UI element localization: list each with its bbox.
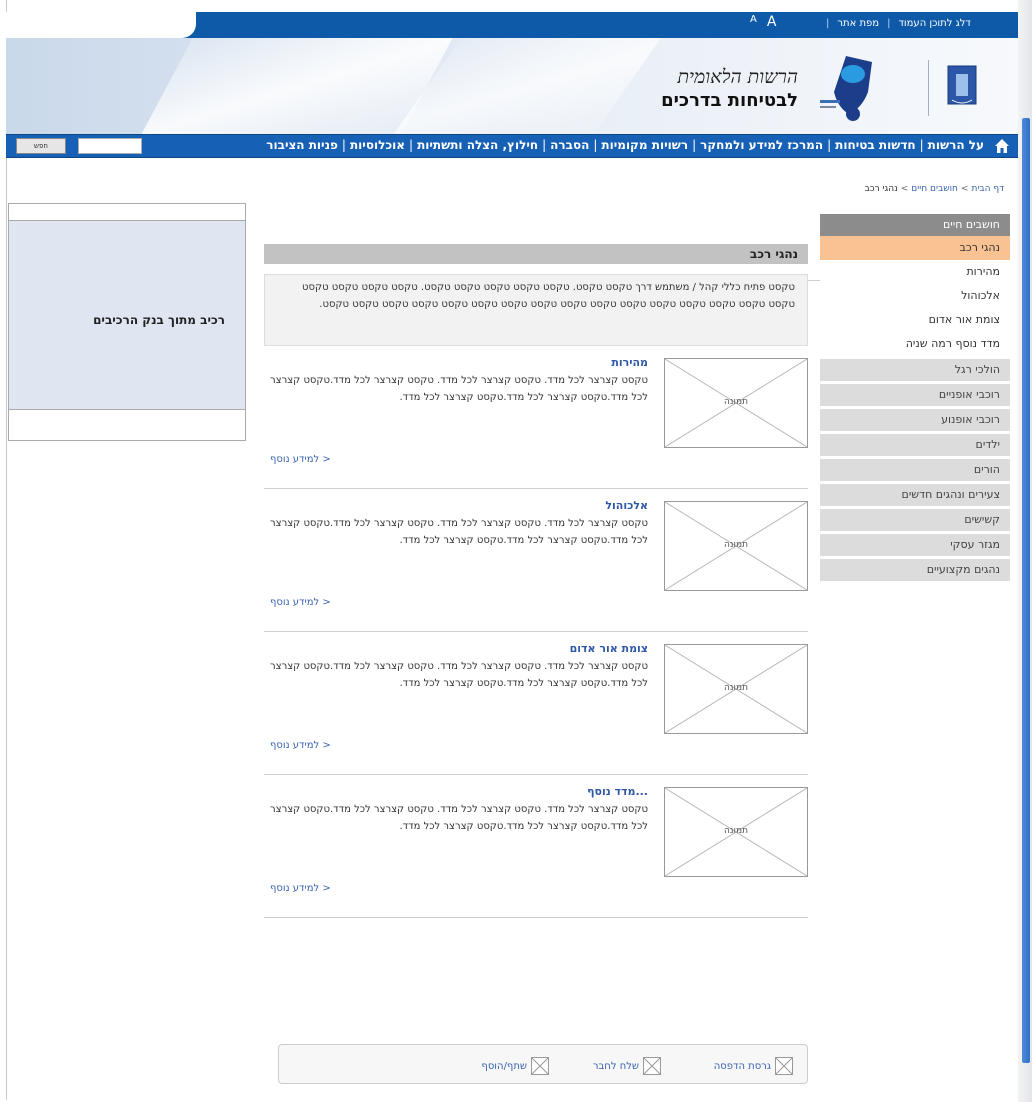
breadcrumb-current: נהגי רכב xyxy=(864,184,898,194)
state-emblem-icon xyxy=(942,60,982,112)
share-label: שתף/הוסף xyxy=(481,1060,527,1072)
sidebar-item-drivers[interactable]: נהגי רכב xyxy=(820,236,1010,260)
breadcrumb-home-link[interactable]: דף הבית xyxy=(971,184,1004,194)
item-description: טקסט קצרצר לכל מדד. טקסט קצרצר לכל מדד. … xyxy=(270,804,648,832)
sidebar-item-cyclists[interactable]: רוכבי אופניים xyxy=(820,384,1010,406)
breadcrumb-section-link[interactable]: חושבים חיים xyxy=(911,184,958,194)
share-icon xyxy=(531,1057,549,1075)
sidebar-item-pedestrians[interactable]: הולכי רגל xyxy=(820,359,1010,381)
list-item: תמונה צומת אור אדום טקסט קצרצר לכל מדד. … xyxy=(264,632,808,775)
font-size-controls: A A xyxy=(750,14,776,30)
thumbnail-image[interactable]: תמונה xyxy=(664,787,808,877)
sidebar-item-professional-drivers[interactable]: נהגים מקצועיים xyxy=(820,559,1010,581)
share-button[interactable]: שתף/הוסף xyxy=(481,1057,549,1075)
send-label: שלח לחבר xyxy=(592,1060,639,1072)
list-item: תמונה מהירות טקסט קצרצר לכל מדד. טקסט קצ… xyxy=(264,346,808,489)
thumbnail-caption: תמונה xyxy=(724,540,748,550)
sidebar-item-young-drivers[interactable]: צעירים ונהגים חדשים xyxy=(820,484,1010,506)
list-item: תמונה מדד נוסף... טקסט קצרצר לכל מדד. טק… xyxy=(264,775,808,918)
search-button[interactable]: חפש xyxy=(16,138,66,154)
search-input[interactable] xyxy=(78,138,142,154)
sidebar: חושבים חיים נהגי רכב מהירות אלכוהול צומת… xyxy=(820,214,1010,581)
left-banner-body: רכיב מתוך בנק הרכיבים xyxy=(9,220,245,410)
thumbnail-image[interactable]: תמונה xyxy=(664,358,808,448)
top-links: דלג לתוכן העמוד | מפת אתר | xyxy=(826,18,971,29)
main-navigation: חפש על הרשות | חדשות בטיחות | המרכז למידע … xyxy=(6,134,1018,281)
print-button[interactable]: גרסת הדפסה xyxy=(714,1057,793,1075)
header-banner: הרשות הלאומית לבטיחות בדרכים xyxy=(6,38,1018,134)
sidebar-heading[interactable]: חושבים חיים xyxy=(820,214,1010,236)
more-info-link[interactable]: למידע נוסף > xyxy=(270,597,331,608)
top-utility-bar: A A דלג לתוכן העמוד | מפת אתר | xyxy=(6,12,1018,38)
item-title-link[interactable]: אלכוהול xyxy=(605,499,648,512)
sidebar-item-business[interactable]: מגזר עסקי xyxy=(820,534,1010,556)
more-info-link[interactable]: למידע נוסף > xyxy=(270,454,331,465)
sidebar-subitem-alcohol[interactable]: אלכוהול xyxy=(820,284,1010,308)
item-description: טקסט קצרצר לכל מדד. טקסט קצרצר לכל מדד. … xyxy=(270,518,648,546)
sidebar-item-motorcyclists[interactable]: רוכבי אופנוע xyxy=(820,409,1010,431)
thumbnail-image[interactable]: תמונה xyxy=(664,644,808,734)
shield-logo-icon xyxy=(820,56,872,121)
printer-icon xyxy=(775,1057,793,1075)
envelope-icon xyxy=(643,1057,661,1075)
print-label: גרסת הדפסה xyxy=(713,1060,771,1072)
item-title-link[interactable]: צומת אור אדום xyxy=(570,642,648,655)
sidebar-subitem-speed[interactable]: מהירות xyxy=(820,260,1010,284)
page-tools-bar: גרסת הדפסה שלח לחבר שתף/הוסף xyxy=(278,1044,808,1084)
scrollbar-thumb[interactable] xyxy=(1022,118,1030,1063)
separator: | xyxy=(826,18,830,29)
sidebar-subitem-extra-metric[interactable]: מדד נוסף רמה שניה xyxy=(820,332,1010,356)
list-item: תמונה אלכוהול טקסט קצרצר לכל מדד. טקסט ק… xyxy=(264,489,808,632)
sidebar-item-children[interactable]: ילדים xyxy=(820,434,1010,456)
thumbnail-caption: תמונה xyxy=(724,683,748,693)
left-banner[interactable]: רכיב מתוך בנק הרכיבים xyxy=(8,203,246,441)
sidebar-item-elderly[interactable]: קשישים xyxy=(820,509,1010,531)
thumbnail-image[interactable]: תמונה xyxy=(664,501,808,591)
header-separator xyxy=(928,60,929,116)
intro-text: טקסט פתיח כללי קהל / משתמש דרך טקסט טקסט… xyxy=(264,274,808,346)
more-info-link[interactable]: למידע נוסף > xyxy=(270,740,331,751)
page-title: נהגי רכב xyxy=(264,244,808,264)
home-icon[interactable] xyxy=(992,136,1012,156)
top-bar-cutout xyxy=(6,12,196,38)
org-title-line1: הרשות הלאומית xyxy=(677,66,798,88)
campaign-logo[interactable] xyxy=(816,52,882,124)
left-banner-text: רכיב מתוך בנק הרכיבים xyxy=(93,313,225,327)
org-title-line2: לבטיחות בדרכים xyxy=(661,90,798,111)
breadcrumb-separator: > xyxy=(960,184,969,194)
font-large-button[interactable]: A xyxy=(767,14,777,30)
font-small-button[interactable]: A xyxy=(750,14,757,30)
more-info-link[interactable]: למידע נוסף > xyxy=(270,883,331,894)
sidebar-item-parents[interactable]: הורים xyxy=(820,459,1010,481)
breadcrumb-separator: > xyxy=(900,184,909,194)
item-description: טקסט קצרצר לכל מדד. טקסט קצרצר לכל מדד. … xyxy=(270,661,648,689)
item-description: טקסט קצרצר לכל מדד. טקסט קצרצר לכל מדד. … xyxy=(270,375,648,403)
sitemap-link[interactable]: מפת אתר xyxy=(837,18,879,29)
item-title-link[interactable]: מדד נוסף... xyxy=(587,785,648,798)
send-to-friend-button[interactable]: שלח לחבר xyxy=(593,1057,661,1075)
thumbnail-caption: תמונה xyxy=(724,826,748,836)
item-title-link[interactable]: מהירות xyxy=(611,356,648,369)
main-content: נהגי רכב טקסט פתיח כללי קהל / משתמש דרך … xyxy=(264,244,808,918)
breadcrumb: דף הבית>חושבים חיים>נהגי רכב xyxy=(865,184,1004,194)
separator: | xyxy=(887,18,891,29)
skip-to-content-link[interactable]: דלג לתוכן העמוד xyxy=(898,18,970,29)
thumbnail-caption: תמונה xyxy=(724,397,748,407)
sidebar-subitem-red-light[interactable]: צומת אור אדום xyxy=(820,308,1010,332)
